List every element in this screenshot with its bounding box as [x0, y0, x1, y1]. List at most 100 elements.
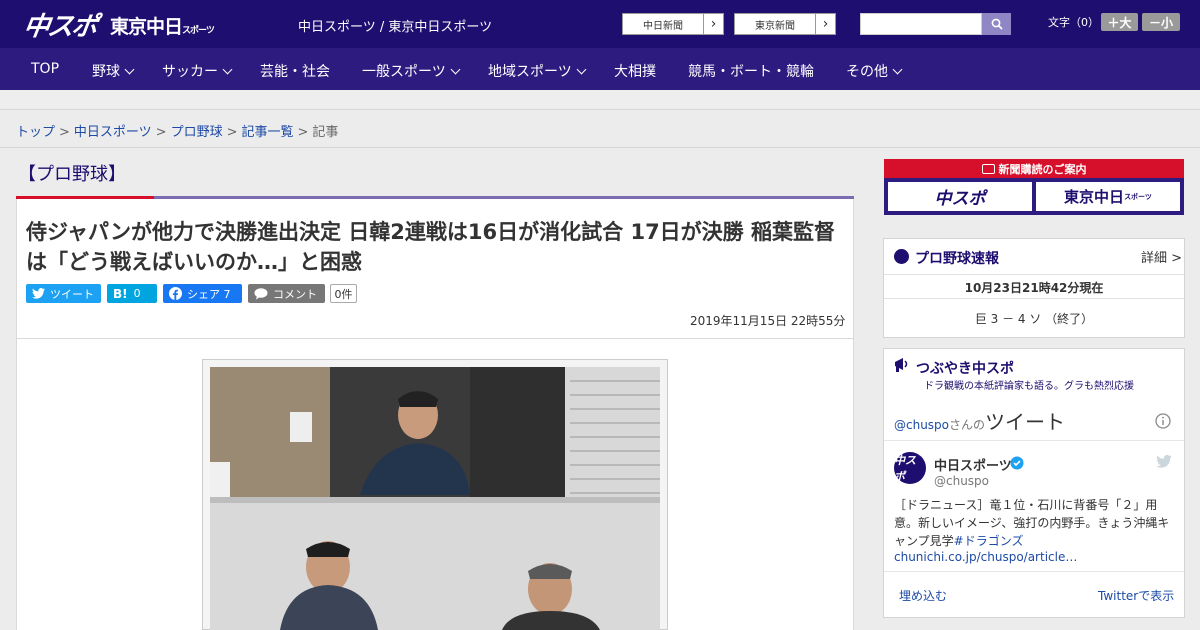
tokyo-logo-small: スポーツ: [182, 26, 215, 36]
twitter-header-san: さんの: [949, 418, 986, 432]
search-input[interactable]: [860, 13, 982, 35]
score-timestamp: 10月23日21時42分現在: [964, 281, 1104, 295]
subscription-logo-tokyo[interactable]: 東京中日 スポーツ: [1036, 182, 1180, 211]
nav-label: サッカー: [162, 64, 218, 80]
nav-item-top[interactable]: TOP: [31, 61, 59, 77]
divider: [0, 147, 1200, 148]
breadcrumb-separator: >: [226, 125, 238, 140]
search-icon: [991, 18, 1003, 30]
facebook-icon: [169, 287, 182, 300]
font-larger-button[interactable]: ＋大: [1101, 13, 1138, 31]
view-on-twitter-link[interactable]: Twitterで表示: [1098, 587, 1174, 604]
tweet-body: ［ドラニュース］竜１位・石川に背番号「２」用意。新しいイメージ、強打の内野手。き…: [894, 498, 1170, 548]
tweet-account-handle[interactable]: @chuspo: [934, 474, 989, 488]
baseball-icon: [894, 249, 909, 264]
hatena-b-icon: B!: [113, 286, 128, 301]
chevron-down-icon: [576, 64, 587, 75]
twitter-timeline-header: @chuspoさんのツイート: [894, 406, 1065, 435]
nav-label: 野球: [92, 64, 120, 80]
chuspo-logo[interactable]: 中スポ: [21, 6, 98, 43]
baseball-detail-link[interactable]: 詳細 >: [1141, 247, 1182, 266]
nav-label: その他: [846, 64, 888, 80]
verified-badge-icon: [1010, 456, 1024, 470]
game-score[interactable]: 巨 3 － 4 ソ （終了）: [884, 310, 1184, 327]
info-icon[interactable]: [1155, 413, 1171, 429]
nav-label: TOP: [31, 61, 60, 77]
divider: [884, 298, 1184, 299]
hatena-count: 0: [133, 287, 141, 300]
nav-label: 大相撲: [614, 64, 656, 80]
megaphone-icon: [895, 358, 908, 372]
facebook-label: シェア 7: [187, 287, 231, 301]
breadcrumb-link-top[interactable]: トップ: [16, 125, 55, 140]
main-nav: TOP 野球 サッカー 芸能・社会 一般スポーツ 地域スポーツ 大相撲 競馬・ボ…: [0, 48, 1200, 90]
breadcrumb-separator: >: [155, 125, 167, 140]
divider: [884, 571, 1184, 572]
tweet-link[interactable]: chunichi.co.jp/chuspo/article…: [894, 550, 1077, 564]
chevron-down-icon: [222, 64, 233, 75]
twitter-panel-title: つぶやき中スポ: [916, 361, 1014, 377]
twitter-header-tweets: ツイート: [985, 410, 1066, 434]
nav-label: 一般スポーツ: [362, 64, 446, 80]
avatar[interactable]: 中スポ: [894, 452, 926, 484]
article-photo[interactable]: [210, 367, 660, 630]
breadcrumb-link-chunichi-sports[interactable]: 中日スポーツ: [74, 125, 152, 140]
breadcrumb-separator: >: [297, 125, 309, 140]
search-button[interactable]: [982, 13, 1011, 35]
nav-item-baseball[interactable]: 野球: [92, 61, 135, 81]
breadcrumb-current: 記事: [312, 125, 339, 140]
font-smaller-button[interactable]: －小: [1142, 13, 1180, 31]
chevron-down-icon: [124, 64, 135, 75]
site-title: 中日スポーツ / 東京中日スポーツ: [298, 20, 493, 35]
subscription-logo-tokyo-main: 東京中日: [1064, 188, 1125, 206]
twitter-panel-subtitle: ドラ観戦の本紙評論家も語る。グラも熱烈応援: [924, 381, 1134, 392]
tokyo-shimbun-link[interactable]: 東京新聞 ›: [734, 13, 836, 35]
chevron-right-icon: ›: [815, 14, 835, 34]
comment-button[interactable]: コメント: [248, 284, 325, 303]
chevron-down-icon: [450, 64, 461, 75]
twitter-handle-link[interactable]: @chuspo: [894, 418, 949, 432]
hatena-bookmark-button[interactable]: B! 0: [107, 284, 157, 303]
subscription-logo-chuspo[interactable]: 中スポ: [888, 182, 1032, 211]
facebook-share-button[interactable]: シェア 7: [163, 284, 242, 303]
publish-date: 2019年11月15日 22時55分: [690, 314, 846, 328]
nav-item-racing[interactable]: 競馬・ボート・競輪: [688, 61, 814, 81]
chevron-down-icon: [892, 64, 903, 75]
nav-item-other[interactable]: その他: [846, 61, 903, 81]
nav-item-entertainment[interactable]: 芸能・社会: [260, 61, 330, 81]
tweet-account-name[interactable]: 中日スポーツ: [934, 455, 1012, 474]
tweet-hashtag[interactable]: #ドラゴンズ: [954, 534, 1024, 548]
tokyo-chunichi-logo[interactable]: 東京中日スポーツ: [110, 12, 215, 39]
twitter-bird-icon[interactable]: [1156, 455, 1172, 468]
breadcrumb-link-pro-baseball[interactable]: プロ野球: [171, 125, 223, 140]
ext-link-label: 東京新聞: [755, 20, 795, 32]
subscription-logo-tokyo-small: スポーツ: [1124, 192, 1152, 201]
tweet-label: ツイート: [50, 287, 94, 301]
comment-label: コメント: [273, 287, 317, 301]
tokyo-logo-main: 東京中日: [110, 16, 183, 38]
divider: [884, 440, 1184, 441]
ext-link-label: 中日新聞: [643, 20, 683, 32]
article-headline: 侍ジャパンが他力で決勝進出決定 日韓2連戦は16日が消化試合 17日が決勝 稲葉…: [26, 220, 835, 274]
divider: [884, 274, 1184, 275]
twitter-bird-icon: [32, 288, 45, 299]
nav-item-general-sports[interactable]: 一般スポーツ: [362, 61, 461, 81]
nav-item-soccer[interactable]: サッカー: [162, 61, 233, 81]
tweet-text: ［ドラニュース］竜１位・石川に背番号「２」用意。新しいイメージ、強打の内野手。き…: [894, 496, 1174, 550]
newspaper-icon: [981, 164, 995, 174]
category-label: 【プロ野球】: [18, 164, 126, 185]
top-header: 中スポ 東京中日スポーツ 中日スポーツ / 東京中日スポーツ 中日新聞 › 東京…: [0, 0, 1200, 48]
embed-link[interactable]: 埋め込む: [899, 587, 947, 604]
subscription-title-text: 新聞購読のご案内: [998, 163, 1087, 176]
photo-image: [210, 367, 660, 630]
tweet-button[interactable]: ツイート: [26, 284, 101, 303]
comment-count: 0件: [330, 284, 357, 303]
font-size-label: 文字（0）: [1048, 16, 1099, 29]
nav-label: 芸能・社会: [260, 64, 330, 80]
baseball-scores-title: プロ野球速報: [915, 251, 999, 267]
breadcrumb: トップ > 中日スポーツ > プロ野球 > 記事一覧 > 記事: [16, 121, 338, 140]
nav-item-sumo[interactable]: 大相撲: [614, 61, 656, 81]
breadcrumb-link-article-list[interactable]: 記事一覧: [242, 125, 294, 140]
chunichi-shimbun-link[interactable]: 中日新聞 ›: [622, 13, 724, 35]
nav-item-regional-sports[interactable]: 地域スポーツ: [488, 61, 587, 81]
